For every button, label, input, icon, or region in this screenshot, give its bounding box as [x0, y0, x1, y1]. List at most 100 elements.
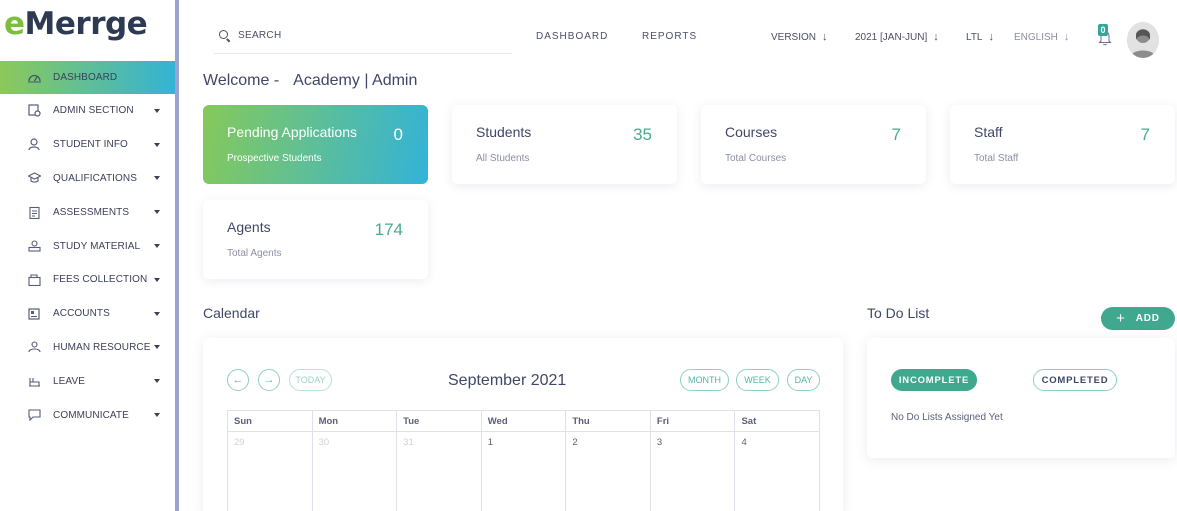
- sidebar-item-human-resource[interactable]: HUMAN RESOURCE: [0, 331, 176, 365]
- stat-value: 7: [1140, 125, 1150, 144]
- calendar-week-view-button[interactable]: WEEK: [736, 369, 779, 391]
- calendar-next-button[interactable]: →: [258, 369, 280, 391]
- chevron-down-icon[interactable]: [154, 379, 160, 384]
- arrow-down-icon: ↓: [988, 31, 995, 43]
- people-icon: [27, 341, 41, 354]
- stat-subtitle: Total Staff: [974, 153, 1019, 164]
- user-icon: [27, 138, 41, 151]
- graduation-cap-icon: [27, 172, 41, 185]
- chevron-down-icon[interactable]: [154, 108, 160, 113]
- sidebar-item-accounts[interactable]: ACCOUNTS: [0, 297, 176, 331]
- leave-icon: [27, 375, 41, 388]
- tab-incomplete[interactable]: INCOMPLETE: [891, 369, 977, 391]
- sidebar-item-admin-section[interactable]: ADMIN SECTION: [0, 94, 176, 128]
- calendar-weekday-row: Sun Mon Tue Wed Thu Fri Sat: [228, 411, 821, 432]
- topnav-reports[interactable]: REPORTS: [642, 31, 697, 42]
- stat-card-students[interactable]: Students All Students 35: [452, 105, 677, 184]
- sidebar-item-assessments[interactable]: ASSESSMENTS: [0, 195, 176, 229]
- chevron-down-icon[interactable]: [154, 176, 160, 181]
- app-root: eMerrge DASHBOARD ADMIN SECTION STUDENT …: [0, 0, 1177, 511]
- weekday-header: Thu: [566, 411, 651, 432]
- arrow-right-icon: →: [263, 374, 275, 386]
- calendar-day-view-button[interactable]: DAY: [787, 369, 820, 391]
- sidebar-item-label: HUMAN RESOURCE: [53, 341, 151, 353]
- stat-card-pending-applications[interactable]: Pending Applications Prospective Student…: [203, 105, 428, 184]
- sidebar-item-communicate[interactable]: COMMUNICATE: [0, 398, 176, 432]
- calendar-today-button[interactable]: TODAY: [289, 369, 332, 391]
- session-dropdown[interactable]: 2021 [JAN-JUN] ↓: [855, 31, 939, 43]
- weekday-header: Fri: [650, 411, 736, 432]
- sidebar-item-fees-collection[interactable]: FEES COLLECTION: [0, 263, 176, 297]
- sidebar-item-label: ASSESSMENTS: [53, 206, 130, 218]
- dashboard-icon: [27, 71, 41, 84]
- sidebar-item-label: STUDENT INFO: [53, 139, 128, 151]
- search-icon: [218, 29, 232, 43]
- calendar-day-cell[interactable]: 1: [482, 432, 567, 511]
- sidebar: eMerrge DASHBOARD ADMIN SECTION STUDENT …: [0, 0, 176, 511]
- version-dropdown[interactable]: VERSION ↓: [771, 31, 828, 43]
- chevron-down-icon[interactable]: [154, 277, 160, 282]
- sidebar-item-label: COMMUNICATE: [53, 409, 129, 421]
- arrow-down-icon: ↓: [933, 31, 939, 43]
- brand-logo[interactable]: eMerrge: [4, 6, 148, 42]
- chevron-down-icon[interactable]: [154, 345, 160, 350]
- book-icon: [27, 240, 41, 253]
- todo-title: To Do List: [867, 305, 930, 321]
- chevron-down-icon[interactable]: [154, 244, 160, 249]
- calendar-day-cell[interactable]: 29: [228, 432, 313, 511]
- stat-title: Courses: [725, 124, 778, 140]
- calendar-month-view-button[interactable]: MONTH: [680, 369, 729, 391]
- calendar-day-cell[interactable]: 31: [397, 432, 482, 511]
- stat-card-courses[interactable]: Courses Total Courses 7: [701, 105, 926, 184]
- notification-badge: 0: [1098, 24, 1108, 36]
- stat-subtitle: Total Courses: [725, 153, 787, 164]
- sidebar-item-label: FEES COLLECTION: [53, 274, 148, 286]
- sidebar-item-label: ACCOUNTS: [53, 308, 110, 320]
- calendar-prev-button[interactable]: ←: [227, 369, 249, 391]
- search-input[interactable]: [238, 30, 498, 41]
- currency-label: LTL: [966, 31, 983, 43]
- stat-card-agents[interactable]: Agents Total Agents 174: [203, 200, 428, 279]
- version-label: VERSION: [771, 31, 817, 43]
- calendar-month-label: September 2021: [448, 372, 567, 389]
- chevron-down-icon[interactable]: [154, 210, 160, 215]
- tab-completed[interactable]: COMPLETED: [1033, 369, 1117, 391]
- clipboard-icon: [27, 206, 41, 219]
- stat-value: 7: [891, 125, 901, 144]
- sidebar-item-leave[interactable]: LEAVE: [0, 364, 176, 398]
- sidebar-scrollbar[interactable]: [175, 0, 179, 511]
- plus-icon: +: [1116, 309, 1126, 327]
- chevron-down-icon[interactable]: [154, 413, 160, 418]
- sidebar-item-label: ADMIN SECTION: [53, 105, 134, 117]
- calendar-panel: ← → TODAY September 2021 MONTH WEEK DAY …: [203, 338, 843, 511]
- ledger-icon: [27, 307, 41, 320]
- sidebar-item-label: STUDY MATERIAL: [53, 240, 141, 252]
- sidebar-item-label: QUALIFICATIONS: [53, 172, 138, 184]
- avatar[interactable]: [1127, 22, 1159, 58]
- stat-title: Staff: [974, 124, 1003, 140]
- sidebar-item-student-info[interactable]: STUDENT INFO: [0, 128, 176, 162]
- sidebar-item-label: DASHBOARD: [53, 72, 118, 83]
- sidebar-item-qualifications[interactable]: QUALIFICATIONS: [0, 162, 176, 196]
- calendar-day-cell[interactable]: 30: [313, 432, 398, 511]
- calendar-day-cell[interactable]: 2: [566, 432, 651, 511]
- sidebar-nav: DASHBOARD ADMIN SECTION STUDENT INFO QUA…: [0, 61, 176, 432]
- add-todo-button[interactable]: + ADD: [1101, 307, 1175, 330]
- sidebar-item-dashboard[interactable]: DASHBOARD: [0, 61, 176, 94]
- sidebar-item-study-material[interactable]: STUDY MATERIAL: [0, 229, 176, 263]
- currency-dropdown[interactable]: LTL ↓: [966, 31, 994, 43]
- topnav-dashboard[interactable]: DASHBOARD: [536, 31, 608, 42]
- language-dropdown[interactable]: ENGLISH ↓: [1014, 31, 1069, 43]
- calendar-title: Calendar: [203, 305, 260, 321]
- stat-card-staff[interactable]: Staff Total Staff 7: [950, 105, 1175, 184]
- calendar-day-cell[interactable]: 3: [651, 432, 736, 511]
- search-bar: [214, 18, 512, 54]
- session-label: 2021 [JAN-JUN]: [855, 31, 928, 43]
- logo-text: Merrge: [24, 6, 148, 42]
- stat-subtitle: Total Agents: [227, 248, 282, 259]
- chat-icon: [27, 409, 41, 422]
- chevron-down-icon[interactable]: [154, 311, 160, 316]
- calendar-week-row: 29 30 31 1 2 3 4: [228, 432, 821, 511]
- calendar-day-cell[interactable]: 4: [735, 432, 821, 511]
- chevron-down-icon[interactable]: [154, 142, 160, 147]
